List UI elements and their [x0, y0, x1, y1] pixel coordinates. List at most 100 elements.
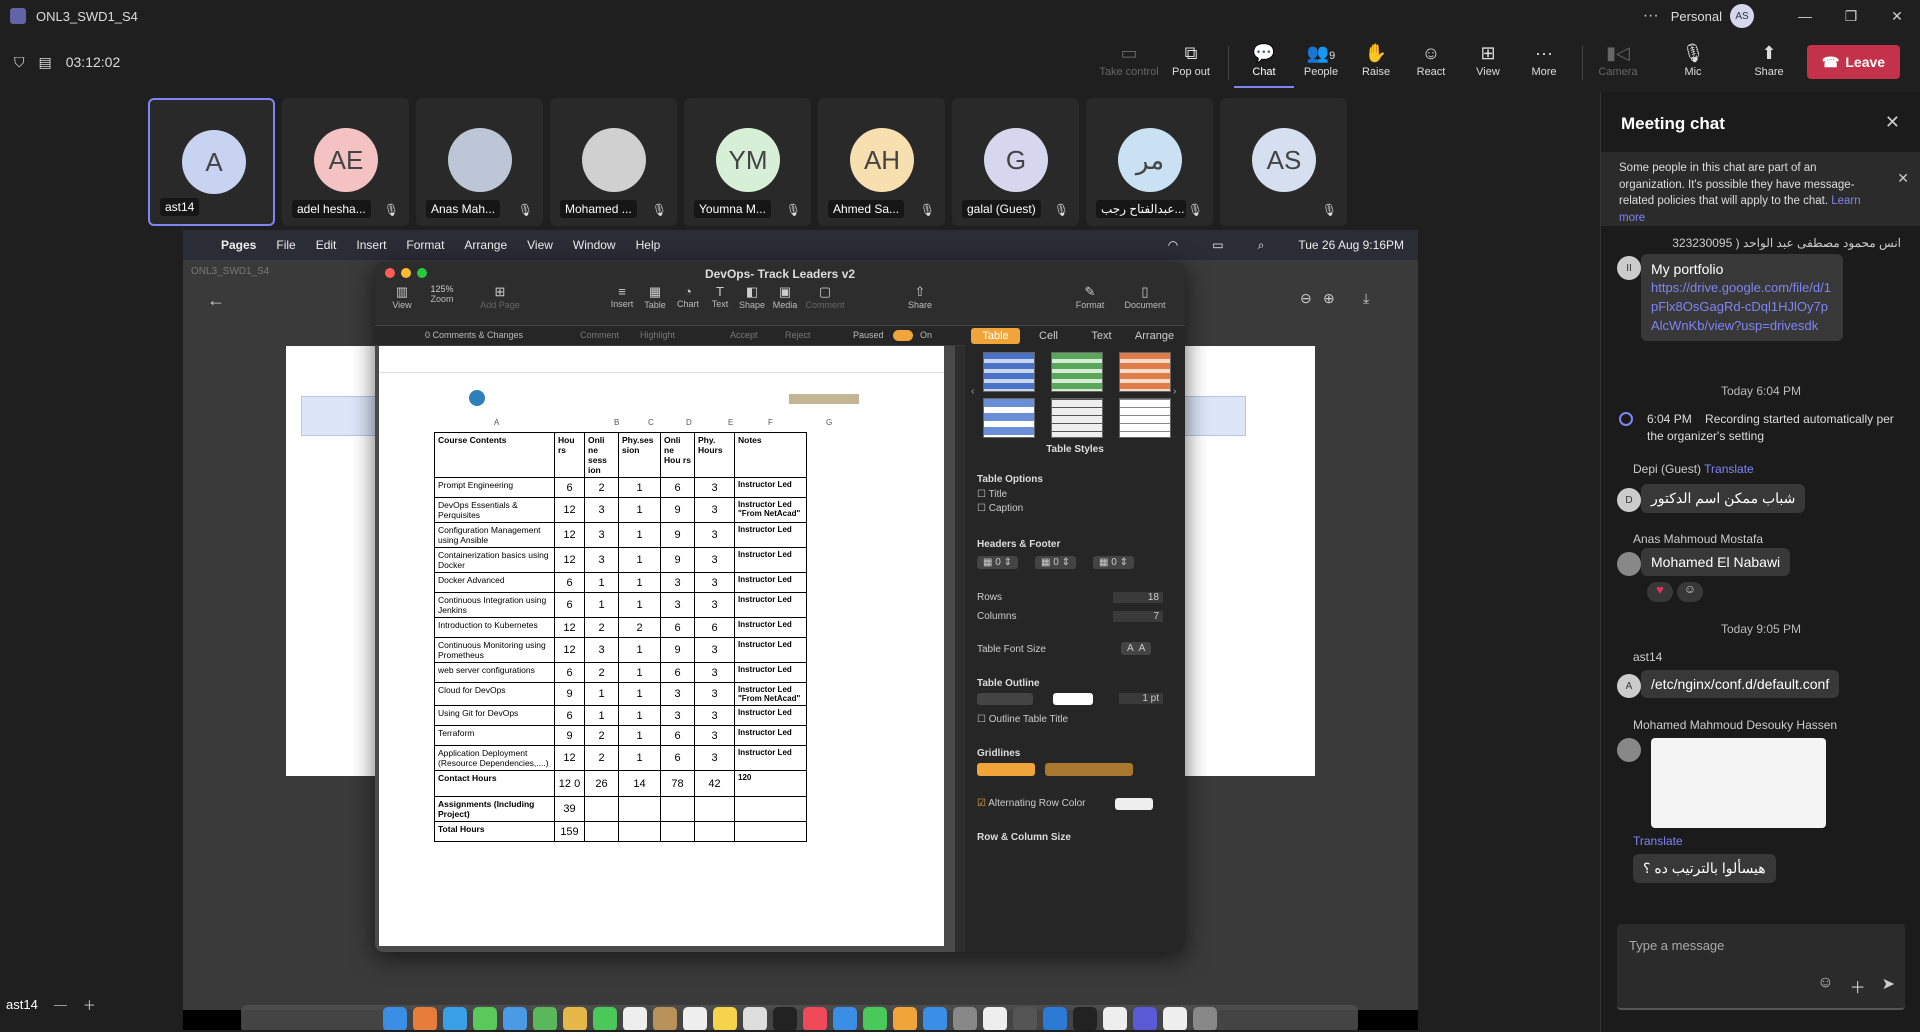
table-cell[interactable]: Introduction to Kubernetes [434, 617, 555, 638]
table-cell[interactable]: Continuous Monitoring using Prometheus [434, 637, 555, 663]
table-cell[interactable]: 3 [694, 547, 735, 573]
table-cell[interactable]: 1 [618, 497, 661, 523]
table-cell[interactable]: 1 [618, 682, 661, 706]
xquartz-icon[interactable] [1102, 1007, 1127, 1030]
styles-next-icon[interactable]: › [1173, 386, 1176, 397]
people-button[interactable]: 👥9 People [1291, 40, 1351, 88]
freeform-icon[interactable] [742, 1007, 767, 1030]
menu-app-name[interactable]: Pages [221, 238, 256, 252]
table-cell[interactable]: 3 [694, 725, 735, 746]
table-cell[interactable]: Continuous Integration using Jenkins [434, 592, 555, 618]
add-icon[interactable]: ＋ [83, 995, 96, 1014]
menu-edit[interactable]: Edit [316, 238, 337, 252]
highlight-button[interactable]: Highlight [640, 330, 675, 340]
zoom-out-icon[interactable]: ⊖ [1300, 290, 1312, 307]
alternating-row-checkbox[interactable]: ☑ Alternating Row Color [977, 798, 1085, 809]
table-cell[interactable]: Docker Advanced [434, 572, 555, 593]
table-cell[interactable]: Instructor Led "From NetAcad" [734, 682, 807, 706]
table-cell[interactable] [660, 821, 695, 842]
table-cell[interactable]: 6 [660, 477, 695, 498]
message-bubble[interactable]: شباب ممكن اسم الدكتور [1641, 484, 1806, 513]
table-cell[interactable]: 9 [660, 497, 695, 523]
share-button[interactable]: ⬆ Share [1739, 40, 1799, 88]
photos-icon[interactable] [562, 1007, 587, 1030]
plus-icon[interactable]: ＋ [1850, 974, 1866, 998]
terminal-icon[interactable] [1072, 1007, 1097, 1030]
message-bubble[interactable]: Mohamed El Nabawi [1641, 548, 1791, 576]
message-compose-box[interactable]: Type a message ☺ ＋ ➤ [1617, 924, 1905, 1010]
zoom-tool[interactable]: 125% Zoom [417, 284, 467, 304]
portfolio-link[interactable]: https://drive.google.com/file/d/1pFlx8Os… [1651, 280, 1831, 333]
outline-title-checkbox[interactable]: ☐ Outline Table Title [977, 714, 1068, 725]
view-button[interactable]: ⊞ View [1458, 40, 1518, 88]
search-icon[interactable]: ⌕ [1258, 238, 1265, 253]
table-header-cell[interactable]: Course Contents [434, 432, 555, 478]
message-bubble[interactable]: /etc/nginx/conf.d/default.conf [1641, 670, 1840, 698]
table-cell[interactable]: 26 [584, 770, 619, 797]
table-cell[interactable]: 6 [554, 662, 585, 683]
table-cell[interactable]: 3 [694, 705, 735, 726]
maps-icon[interactable] [532, 1007, 557, 1030]
table-cell[interactable]: Instructor Led [734, 705, 807, 726]
participant-tile[interactable]: YM Youmna M... 🎙 [684, 98, 811, 226]
table-cell[interactable]: DevOps Essentials & Perquisites [434, 497, 555, 523]
download-icon[interactable]: ⤓ [1363, 290, 1369, 307]
document-tool[interactable]: ▯ Document [1120, 284, 1170, 310]
more-options-icon[interactable]: ··· [1631, 7, 1671, 25]
table-cell[interactable] [618, 821, 661, 842]
table-cell[interactable]: 3 [584, 497, 619, 523]
table-cell[interactable]: 6 [554, 705, 585, 726]
finder-icon[interactable] [382, 1007, 407, 1030]
pages-icon[interactable] [892, 1007, 917, 1030]
table-cell[interactable]: Application Deployment (Resource Depende… [434, 745, 555, 771]
teams-icon[interactable] [1132, 1007, 1157, 1030]
table-cell[interactable]: 2 [584, 477, 619, 498]
settings-icon[interactable] [952, 1007, 977, 1030]
table-cell[interactable]: 120 [734, 770, 807, 797]
table-cell[interactable]: 1 [618, 547, 661, 573]
table-cell[interactable]: 1 [584, 572, 619, 593]
menu-window[interactable]: Window [573, 238, 616, 252]
translate-link[interactable]: Translate [1633, 834, 1683, 848]
table-style-5[interactable] [1051, 398, 1103, 438]
table-cell[interactable]: 6 [554, 592, 585, 618]
table-cell[interactable]: 1 [618, 637, 661, 663]
table-cell[interactable]: 1 [618, 572, 661, 593]
format-tool[interactable]: ✎ Format [1065, 284, 1115, 310]
reminders-icon[interactable] [682, 1007, 707, 1030]
table-cell[interactable]: Configuration Management using Ansible [434, 522, 555, 548]
participant-tile[interactable]: Aast14 [148, 98, 275, 226]
table-cell[interactable]: 12 [554, 617, 585, 638]
table-cell[interactable]: 3 [660, 592, 695, 618]
add-reaction-icon[interactable]: ☺ [1677, 582, 1703, 602]
table-cell[interactable]: 3 [694, 477, 735, 498]
table-cell[interactable]: Cloud for DevOps [434, 682, 555, 706]
table-cell[interactable]: Instructor Led [734, 725, 807, 746]
footer-rows-stepper[interactable]: ▦ 0 ⇕ [1093, 556, 1134, 569]
table-header-cell[interactable]: Onli ne Hou rs [660, 432, 695, 478]
table-cell[interactable]: 3 [584, 637, 619, 663]
zoom-in-icon[interactable]: ⊕ [1323, 290, 1335, 307]
more-button[interactable]: ··· More [1514, 40, 1574, 88]
table-cell[interactable]: 1 [584, 705, 619, 726]
table-cell[interactable]: Contact Hours [434, 770, 555, 797]
title-checkbox[interactable]: ☐ Title [977, 489, 1007, 500]
messages-icon[interactable] [472, 1007, 497, 1030]
dismiss-notice-icon[interactable]: ✕ [1897, 168, 1909, 188]
tab-table[interactable]: Table [971, 328, 1020, 344]
account-avatar[interactable]: AS [1730, 4, 1754, 28]
camera-button[interactable]: ▮◁ Camera [1588, 40, 1648, 88]
shield-icon[interactable]: ⛉ [14, 54, 25, 71]
table-cell[interactable]: 14 [618, 770, 661, 797]
document-canvas[interactable]: A B C D E F G Course Contents Hou rs Onli ne ses… [375, 346, 955, 952]
notes-app-icon[interactable] [712, 1007, 737, 1030]
table-cell[interactable]: Instructor Led [734, 572, 807, 593]
table-cell[interactable] [734, 821, 807, 842]
tv-icon[interactable] [772, 1007, 797, 1030]
mail-icon[interactable] [502, 1007, 527, 1030]
participant-tile[interactable]: AH Ahmed Sa... 🎙 [818, 98, 945, 226]
chrome-icon[interactable] [982, 1007, 1007, 1030]
table-cell[interactable] [618, 796, 661, 822]
table-cell[interactable]: 3 [694, 497, 735, 523]
table-cell[interactable]: Instructor Led [734, 637, 807, 663]
